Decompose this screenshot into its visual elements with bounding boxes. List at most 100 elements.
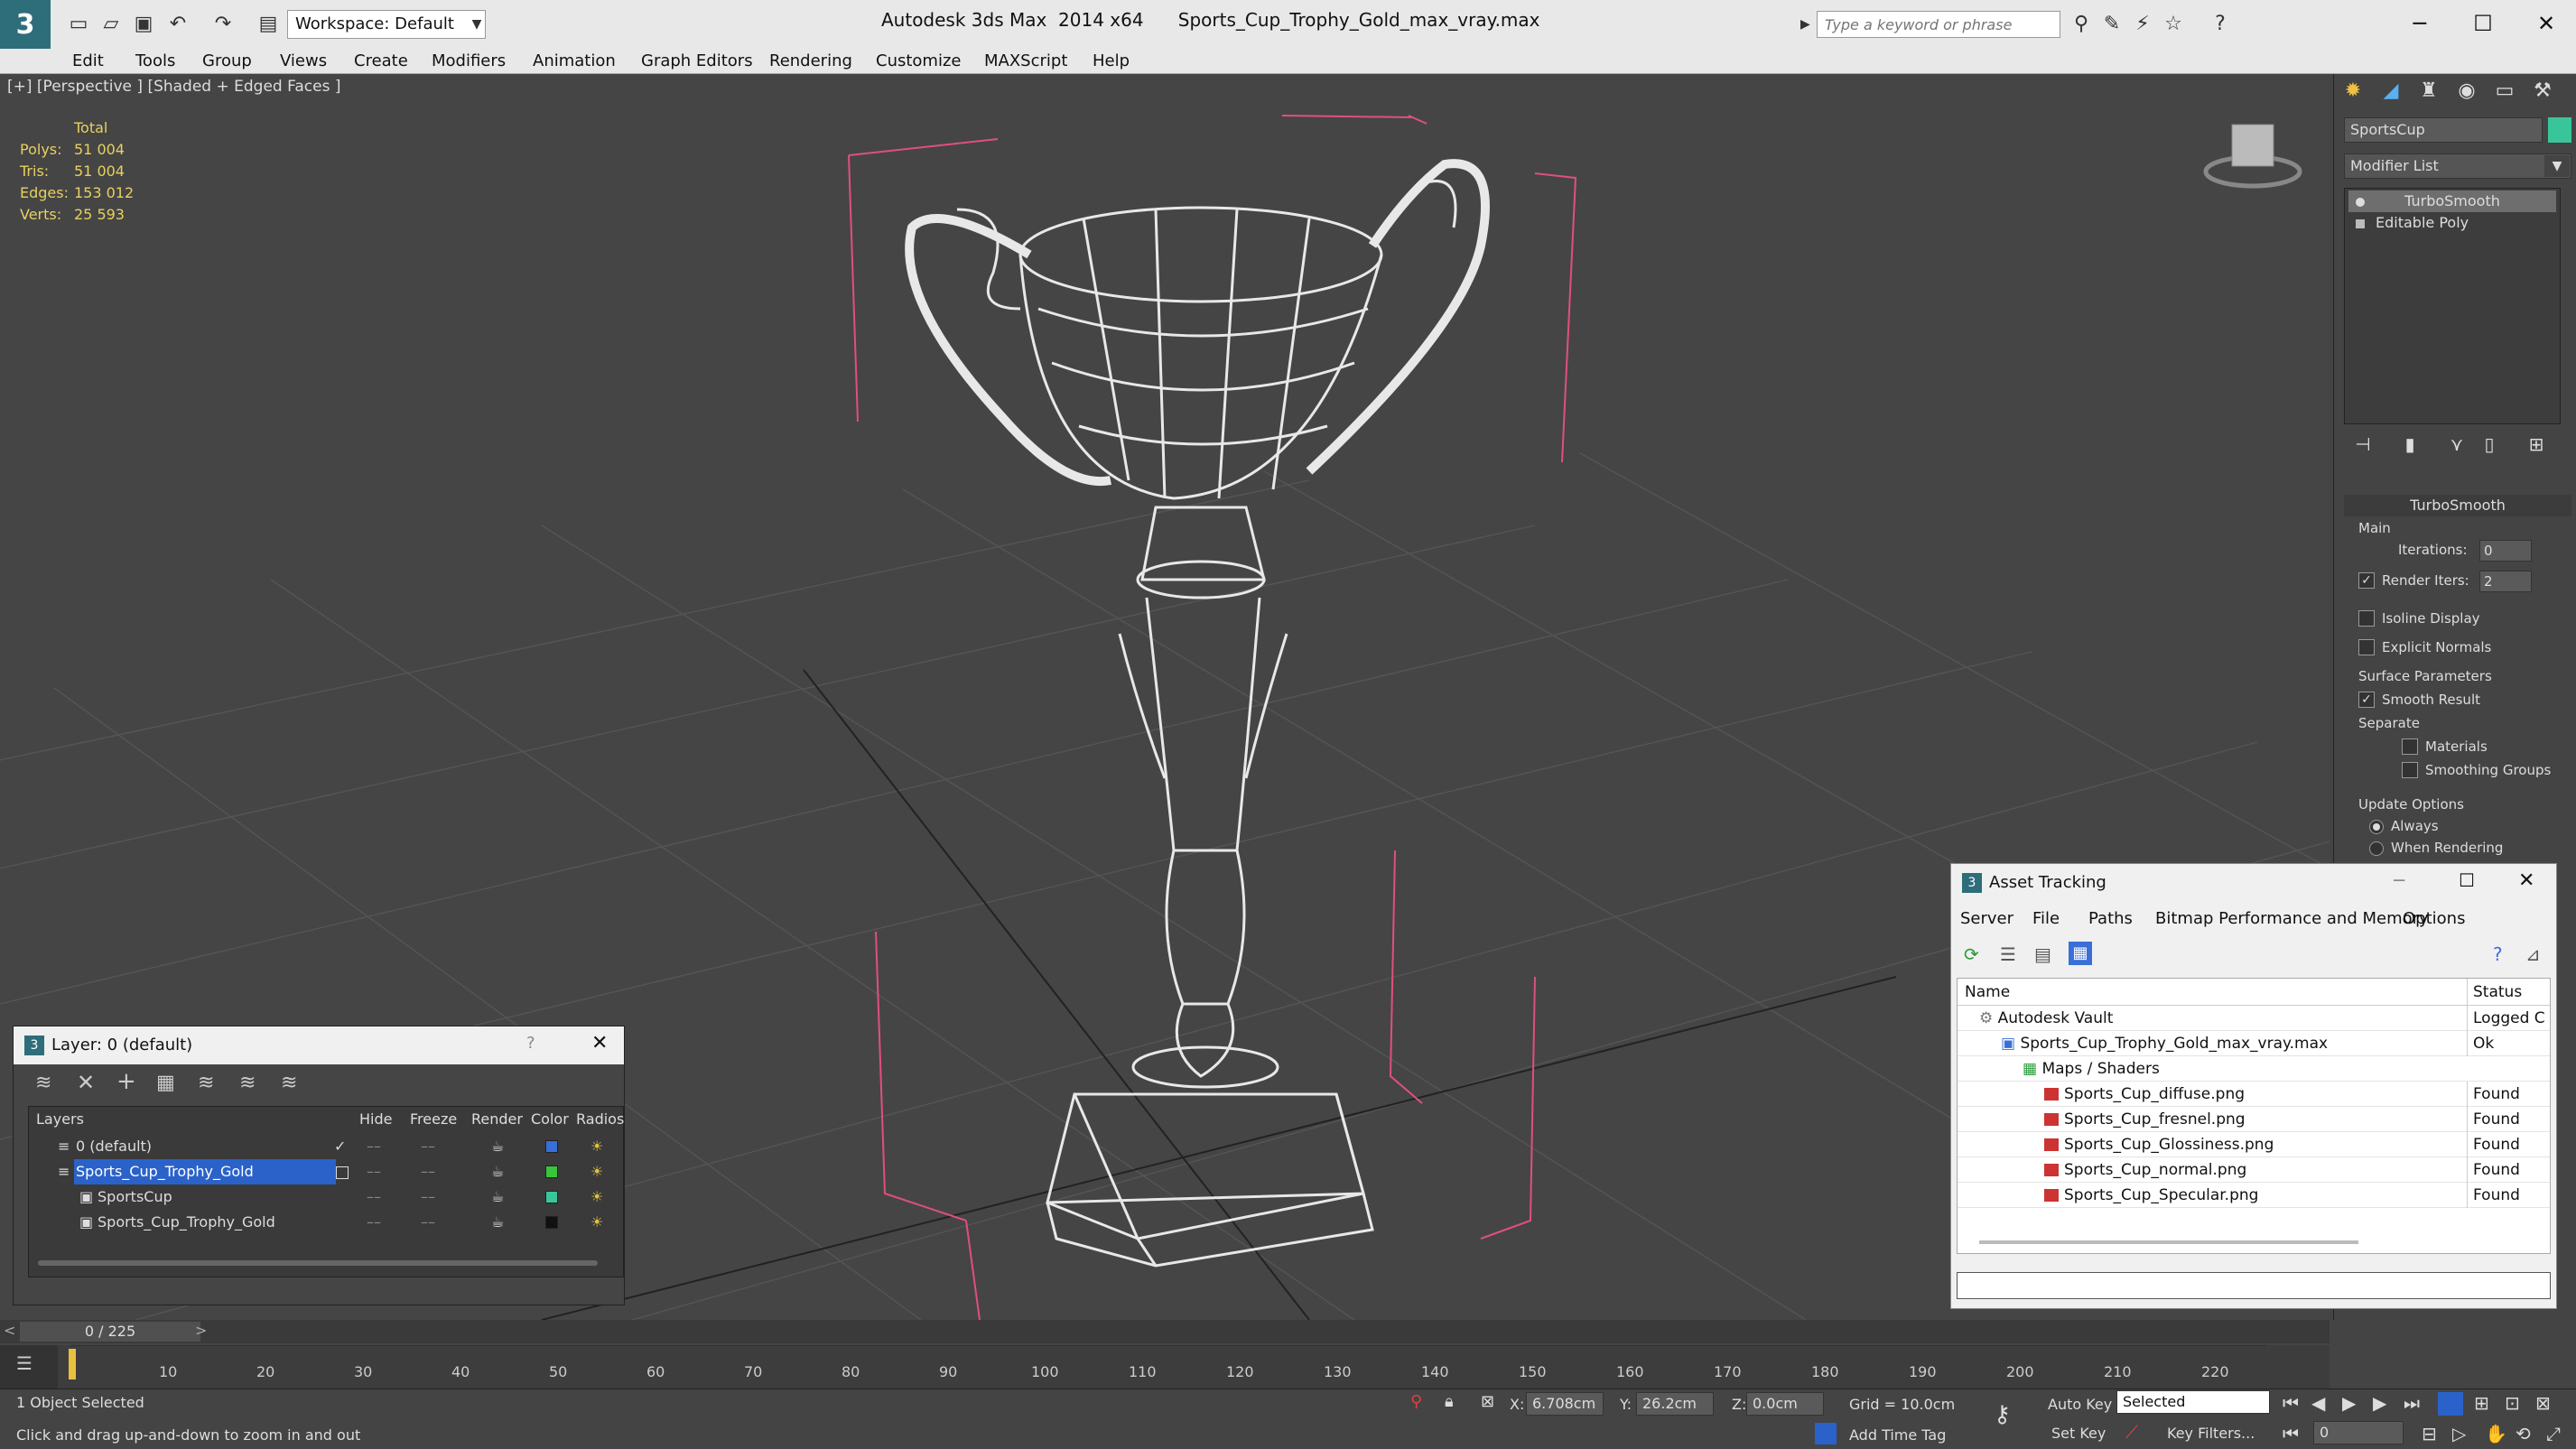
menu-edit[interactable]: Edit xyxy=(72,49,104,74)
render-teapot-icon[interactable]: ☕ xyxy=(491,1210,504,1235)
render-teapot-icon[interactable]: ☕ xyxy=(491,1184,504,1210)
show-end-result-icon[interactable]: ▮ xyxy=(2395,433,2425,459)
highlight-layer-icon[interactable]: ≋ xyxy=(198,1072,214,1094)
always-radio[interactable] xyxy=(2369,820,2384,834)
asset-path-field[interactable] xyxy=(1957,1272,2551,1299)
orbit-icon[interactable]: ⟲ xyxy=(2516,1423,2531,1444)
col-hide[interactable]: Hide xyxy=(359,1109,392,1130)
table-row[interactable]: ⚙ Autodesk Vault Logged C xyxy=(1958,1006,2550,1031)
workspace-dropdown[interactable]: Workspace: Default xyxy=(287,10,486,39)
object-color-swatch[interactable] xyxy=(545,1216,558,1229)
help-icon[interactable]: ? xyxy=(2207,11,2234,38)
menu-options[interactable]: Options xyxy=(2403,909,2465,928)
menu-tools[interactable]: Tools xyxy=(135,49,175,74)
key-filters-button[interactable]: Key Filters... xyxy=(2167,1425,2255,1442)
menu-rendering[interactable]: Rendering xyxy=(769,49,852,74)
prev-frame-icon[interactable]: < xyxy=(4,1322,15,1339)
go-to-start-icon[interactable]: ⏮ xyxy=(2283,1392,2299,1414)
x-coordinate-field[interactable]: 6.708cm xyxy=(1526,1392,1604,1416)
object-color-swatch[interactable] xyxy=(2548,117,2571,143)
stack-item-editable-poly[interactable]: Editable Poly xyxy=(2348,212,2556,234)
smooth-result-checkbox[interactable]: ✓ xyxy=(2358,692,2375,708)
render-teapot-icon[interactable]: ☕ xyxy=(491,1159,504,1184)
table-row[interactable]: Sports_Cup_diffuse.png Found xyxy=(1958,1082,2550,1107)
table-row[interactable]: ▣ SportsCup –– –– ☕ ☀ xyxy=(31,1184,623,1210)
table-row[interactable]: Sports_Cup_fresnel.png Found xyxy=(1958,1107,2550,1132)
favorites-star-icon[interactable]: ☆ xyxy=(2160,11,2187,38)
freeze-toggle[interactable]: –– xyxy=(421,1159,435,1184)
explicit-normals-checkbox[interactable] xyxy=(2358,639,2375,655)
pin-stack-icon[interactable]: ⊣ xyxy=(2348,433,2378,459)
refresh-icon[interactable]: ⟳ xyxy=(1964,943,1979,965)
menu-bitmap-performance[interactable]: Bitmap Performance and Memory xyxy=(2155,909,2429,928)
create-tab-icon[interactable]: ✹ xyxy=(2337,76,2369,107)
object-name-field[interactable]: SportsCup xyxy=(2344,117,2543,143)
col-status[interactable]: Status xyxy=(2467,979,2550,1006)
help-icon[interactable]: ? xyxy=(526,1034,535,1053)
rollout-turbosmooth[interactable]: TurboSmooth xyxy=(2344,495,2571,516)
col-render[interactable]: Render xyxy=(471,1109,523,1130)
freeze-all-icon[interactable]: ≋ xyxy=(281,1072,297,1094)
zoom-extents-icon[interactable]: ⊡ xyxy=(2505,1392,2520,1414)
object-name[interactable]: SportsCup xyxy=(98,1184,172,1210)
motion-tab-icon[interactable]: ◉ xyxy=(2450,76,2483,107)
create-layer-icon[interactable]: ≋ xyxy=(35,1072,51,1094)
layer-name[interactable]: 0 (default) xyxy=(76,1134,152,1159)
field-of-view-icon[interactable]: ▷ xyxy=(2452,1423,2466,1444)
viewport-label[interactable]: [+] [Perspective ] [Shaded + Edged Faces… xyxy=(7,78,340,96)
undo-icon[interactable]: ↶ xyxy=(164,11,191,38)
utilities-tab-icon[interactable]: ⚒ xyxy=(2526,76,2559,107)
next-key-icon[interactable]: ▶ xyxy=(2373,1392,2386,1414)
col-layers[interactable]: Layers xyxy=(36,1109,84,1130)
hide-toggle[interactable]: –– xyxy=(367,1184,381,1210)
horizontal-scrollbar[interactable] xyxy=(1979,1240,2358,1244)
zoom-icon[interactable] xyxy=(2438,1392,2463,1416)
menu-maxscript[interactable]: MAXScript xyxy=(984,49,1067,74)
remove-modifier-icon[interactable]: ▯ xyxy=(2474,433,2505,459)
key-mode-dropdown[interactable]: Selected xyxy=(2116,1390,2270,1414)
delete-layer-icon[interactable]: ✕ xyxy=(77,1070,95,1095)
render-teapot-icon[interactable]: ☕ xyxy=(491,1134,504,1159)
time-slider[interactable] xyxy=(0,1320,2330,1343)
table-row[interactable]: Sports_Cup_Glossiness.png Found xyxy=(1958,1132,2550,1157)
set-current-box[interactable] xyxy=(336,1166,349,1179)
hide-toggle[interactable]: –– xyxy=(367,1159,381,1184)
track-bar[interactable] xyxy=(0,1345,2330,1389)
zoom-extents-all-icon[interactable]: ⊠ xyxy=(2535,1392,2551,1414)
modify-tab-icon[interactable]: ◢ xyxy=(2375,76,2407,107)
close-icon[interactable]: ✕ xyxy=(2519,5,2573,42)
communication-icon[interactable]: ⚡ xyxy=(2129,11,2156,38)
hierarchy-tab-icon[interactable]: ♜ xyxy=(2413,76,2445,107)
radiosity-icon[interactable]: ☀ xyxy=(591,1159,603,1184)
col-freeze[interactable]: Freeze xyxy=(410,1109,457,1130)
add-time-tag[interactable]: Add Time Tag xyxy=(1849,1426,1946,1444)
layer-color-swatch[interactable] xyxy=(545,1140,558,1153)
add-selection-icon[interactable]: + xyxy=(116,1068,136,1095)
make-unique-icon[interactable]: ⋎ xyxy=(2441,433,2472,459)
menu-create[interactable]: Create xyxy=(354,49,408,74)
isolate-selection-icon[interactable]: ⚲ xyxy=(1410,1392,1422,1411)
table-row[interactable]: ▣ Sports_Cup_Trophy_Gold_max_vray.max Ok xyxy=(1958,1031,2550,1056)
maximize-icon[interactable]: ☐ xyxy=(2456,5,2510,42)
set-key-button[interactable]: Set Key xyxy=(2051,1425,2106,1442)
iterations-spinner[interactable]: 0 xyxy=(2479,540,2532,562)
zoom-all-icon[interactable]: ⊞ xyxy=(2474,1392,2489,1414)
z-coordinate-field[interactable]: 0.0cm xyxy=(1746,1392,1824,1416)
render-iters-checkbox[interactable]: ✓ xyxy=(2358,572,2375,589)
time-tag-icon[interactable] xyxy=(1815,1423,1837,1444)
go-to-end-icon[interactable]: ⏭ xyxy=(2404,1392,2420,1414)
hide-toggle[interactable]: –– xyxy=(367,1134,381,1159)
app-logo-icon[interactable]: 3 xyxy=(0,0,51,49)
current-layer-check-icon[interactable]: ✓ xyxy=(334,1134,346,1159)
binoculars-icon[interactable]: ⚲ xyxy=(2068,11,2095,38)
horizontal-scrollbar[interactable] xyxy=(38,1260,598,1266)
chevron-down-icon[interactable]: ▼ xyxy=(2544,155,2570,177)
table-row[interactable]: ≡ Sports_Cup_Trophy_Gold –– –– ☕ ☀ xyxy=(31,1159,623,1184)
table-row[interactable]: ≡ 0 (default) ✓ –– –– ☕ ☀ xyxy=(31,1134,623,1159)
new-file-icon[interactable]: ▭ xyxy=(65,11,92,38)
pan-icon[interactable]: ✋ xyxy=(2485,1423,2507,1444)
freeze-toggle[interactable]: –– xyxy=(421,1134,435,1159)
current-frame-field[interactable]: 0 xyxy=(2313,1421,2404,1444)
configure-sets-icon[interactable]: ⊞ xyxy=(2521,433,2552,459)
stack-item-turbosmooth[interactable]: TurboSmooth xyxy=(2348,190,2556,212)
